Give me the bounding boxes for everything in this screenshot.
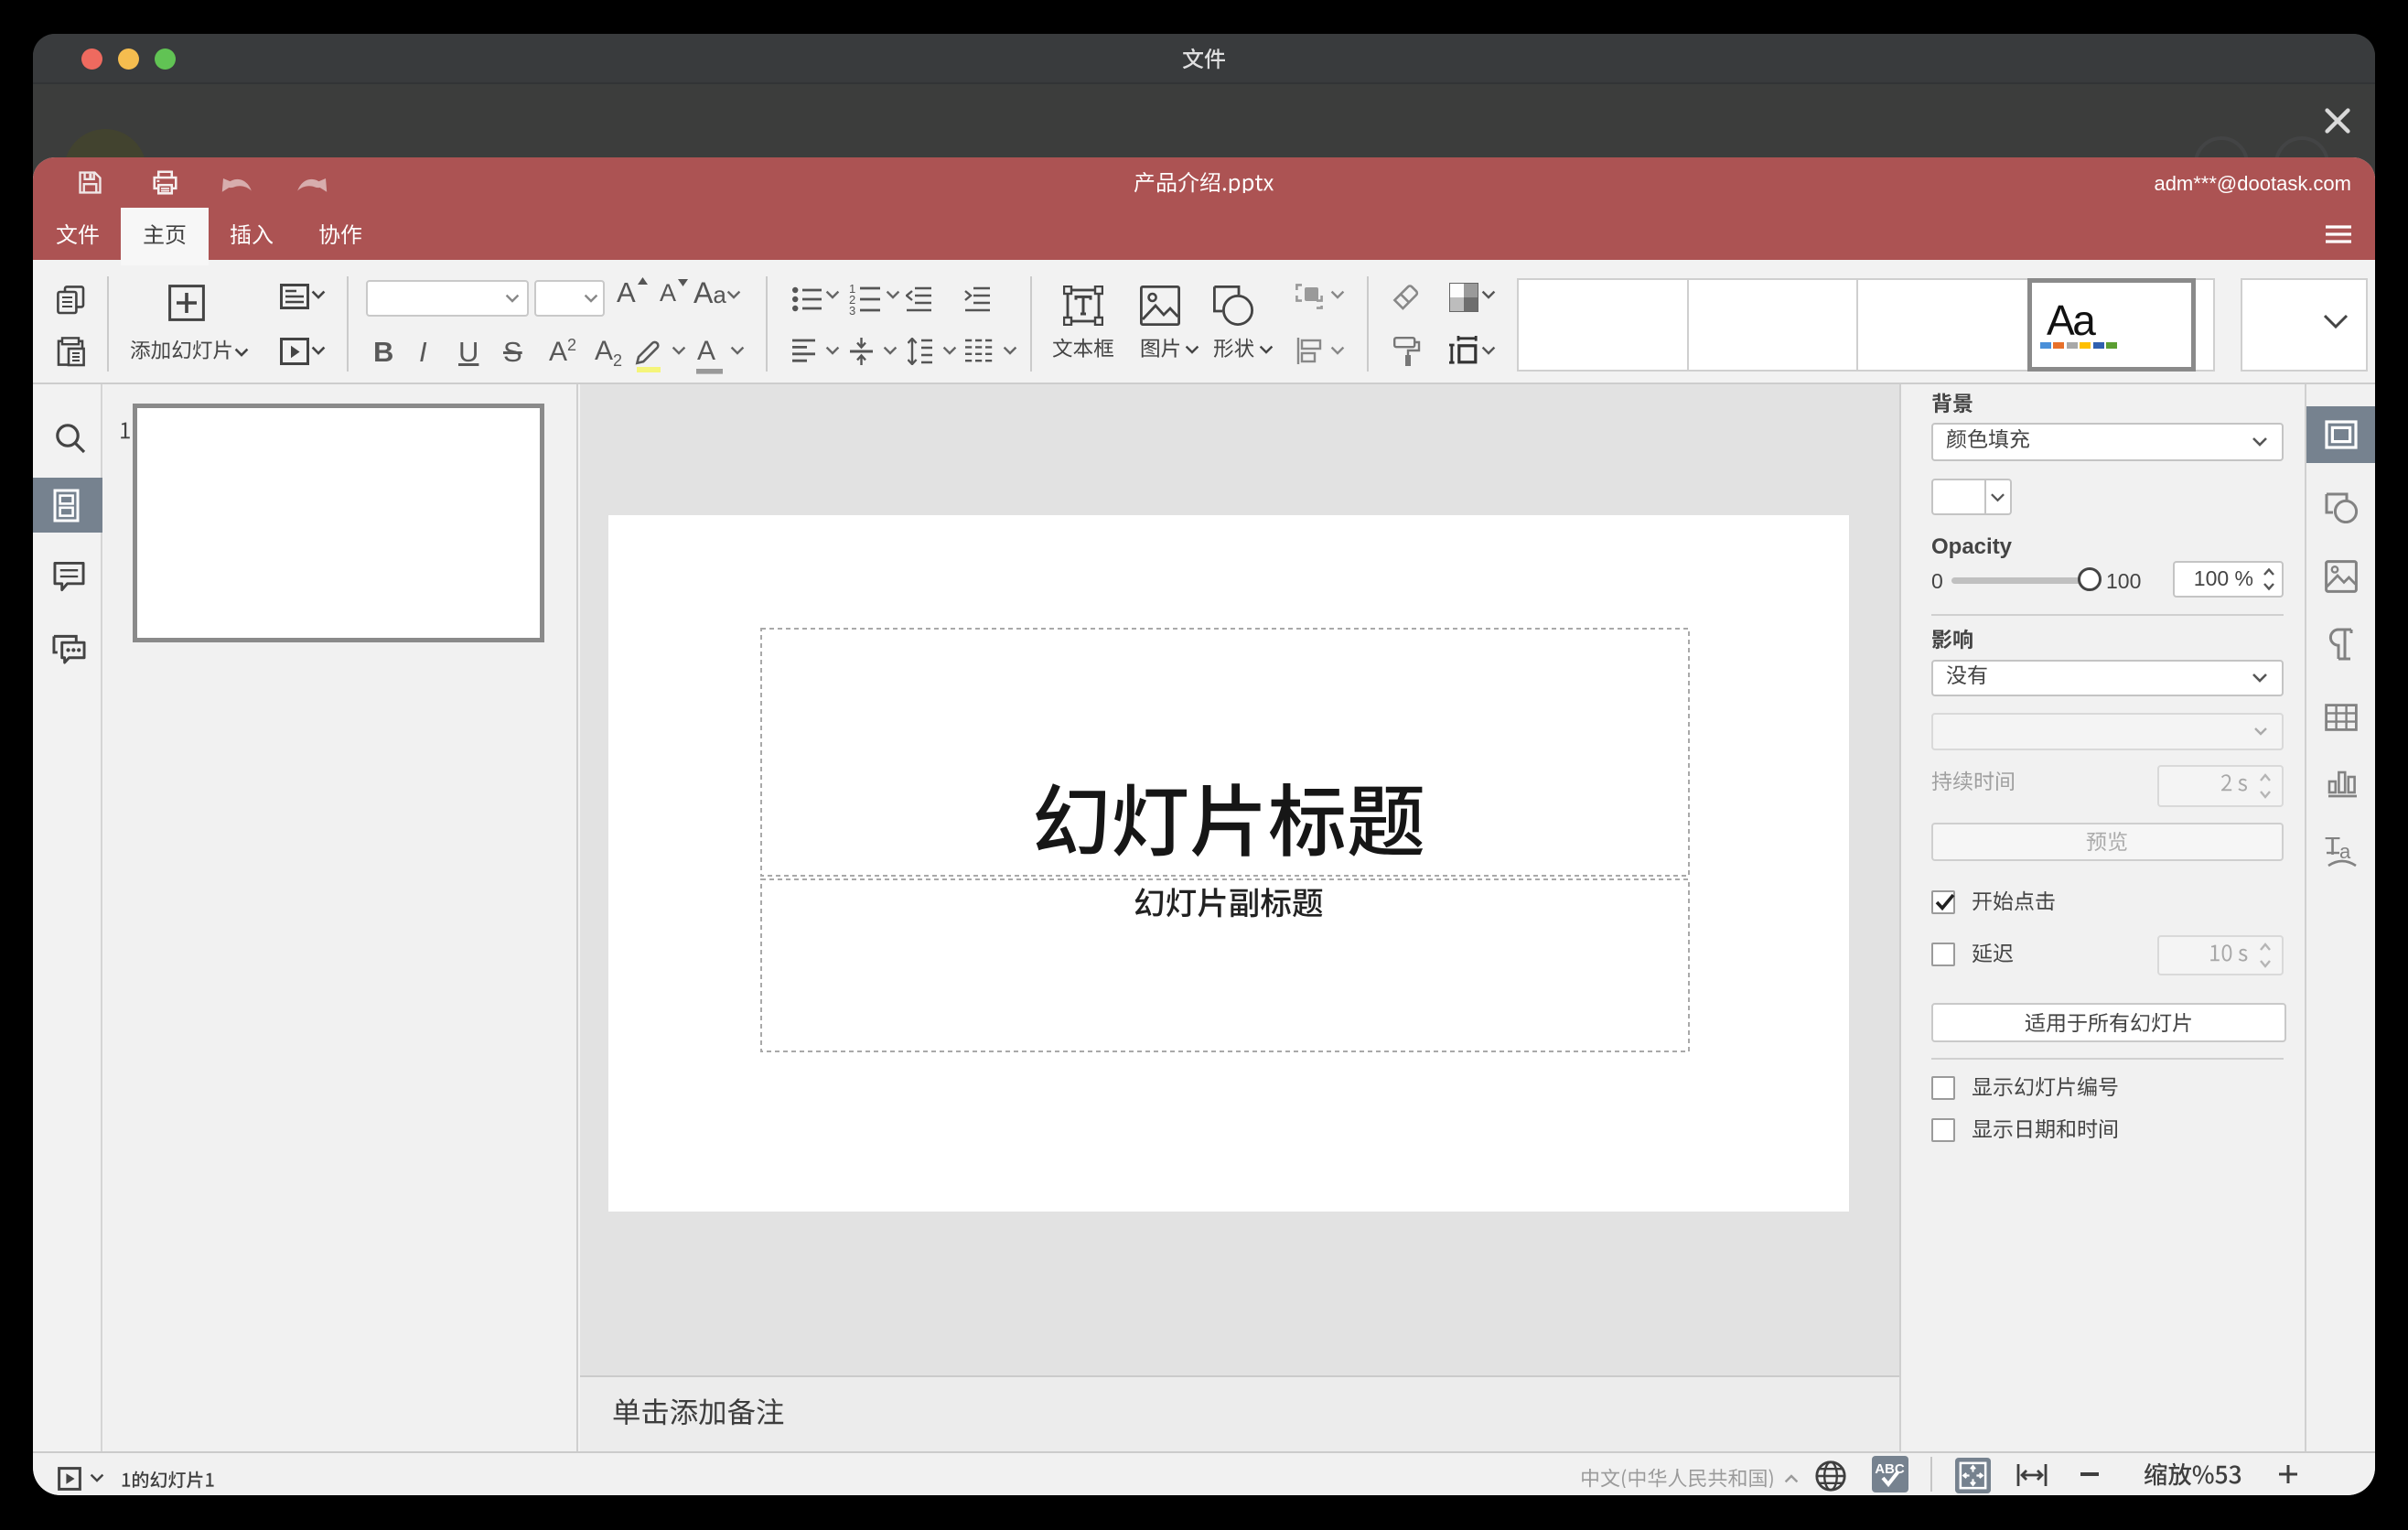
svg-text:a: a [2339,840,2351,863]
svg-text:3: 3 [849,304,855,317]
svg-text:T: T [2325,833,2340,860]
svg-text:ABC: ABC [1875,1461,1905,1477]
